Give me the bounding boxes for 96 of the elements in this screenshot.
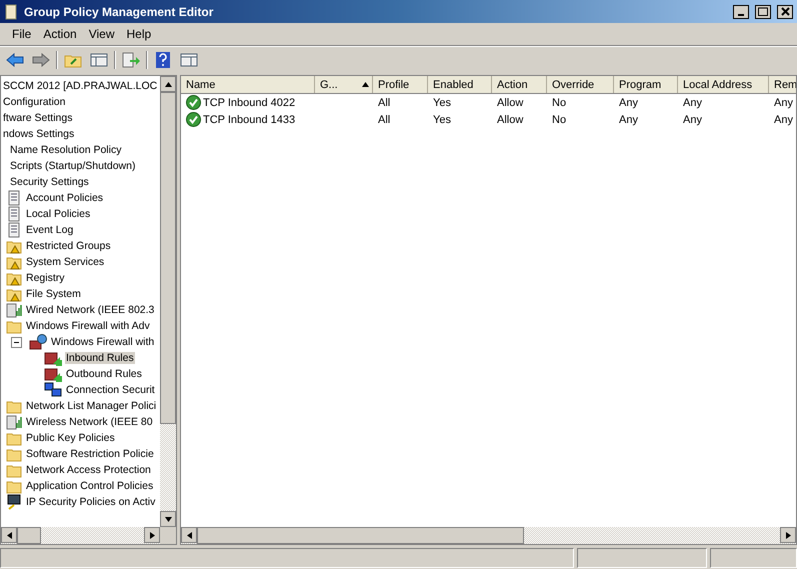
menu-item[interactable]: Help xyxy=(120,27,158,41)
tree-item[interactable]: ndows Settings xyxy=(2,128,76,140)
tree-item[interactable]: Network List Manager Polici xyxy=(25,400,158,412)
scroll-left-button[interactable] xyxy=(1,527,17,543)
tree-item[interactable]: Windows Firewall with xyxy=(50,336,156,348)
scroll-down-button[interactable] xyxy=(160,511,176,527)
up-arrow-icon xyxy=(164,80,172,88)
rule-name[interactable]: TCP Inbound 4022 xyxy=(181,95,315,110)
scrollbar-thumb[interactable] xyxy=(17,527,41,544)
minimize-icon xyxy=(738,14,744,16)
tree-item[interactable]: Configuration xyxy=(2,96,66,108)
table-cell-text: Any xyxy=(682,114,703,126)
tree-item[interactable]: Event Log xyxy=(25,224,74,236)
right-arrow-icon xyxy=(784,532,792,538)
horizontal-scrollbar[interactable] xyxy=(1,527,160,544)
tree-item[interactable]: Restricted Groups xyxy=(25,240,112,252)
table-cell-text: Any xyxy=(682,96,703,108)
tree-item[interactable]: Wired Network (IEEE 802.3 xyxy=(25,304,156,316)
table-cell-text: Any xyxy=(773,96,794,108)
maximize-icon xyxy=(758,7,768,16)
tree-item[interactable]: Application Control Policies xyxy=(25,480,154,492)
right-arrow-icon xyxy=(148,532,156,538)
firewall-arrow-icon xyxy=(44,350,62,366)
table-cell-text: Any xyxy=(618,96,639,108)
network-icon xyxy=(6,414,22,430)
firewall-arrow-icon xyxy=(44,366,62,382)
document-icon xyxy=(6,222,22,238)
tree-item[interactable]: Registry xyxy=(25,272,66,284)
tree-item[interactable]: Network Access Protection xyxy=(25,464,152,476)
column-header[interactable]: Name xyxy=(181,76,315,93)
maximize-button[interactable] xyxy=(755,4,771,18)
down-arrow-icon xyxy=(164,516,172,522)
document-icon xyxy=(6,206,22,222)
minimize-button[interactable] xyxy=(733,4,749,18)
scroll-up-button[interactable] xyxy=(160,76,176,92)
left-arrow-icon xyxy=(6,532,12,538)
table-cell-text: Yes xyxy=(432,114,452,126)
menu-item[interactable]: View xyxy=(82,27,120,41)
tree-item[interactable]: Account Policies xyxy=(25,192,104,204)
tree-item[interactable]: Name Resolution Policy xyxy=(9,144,122,156)
table-cell-text: All xyxy=(377,96,392,108)
tree-item[interactable]: File System xyxy=(25,288,82,300)
rule-name[interactable]: TCP Inbound 1433 xyxy=(181,112,315,127)
tree-item[interactable]: Scripts (Startup/Shutdown) xyxy=(9,160,136,172)
tree-item[interactable]: Inbound Rules xyxy=(65,352,135,364)
table-cell-text: Allow xyxy=(496,114,524,126)
document-icon xyxy=(6,190,22,206)
tree-item[interactable]: Outbound Rules xyxy=(65,368,143,380)
column-header[interactable]: Local Address xyxy=(678,76,769,93)
scroll-right-button[interactable] xyxy=(780,527,796,543)
tree-item[interactable]: System Services xyxy=(25,256,106,268)
table-cell-text: All xyxy=(377,114,392,126)
sort-arrow-icon xyxy=(362,81,369,88)
scroll-document-icon xyxy=(4,4,18,20)
column-header[interactable]: G... xyxy=(315,76,373,93)
tree-item[interactable]: Connection Securit xyxy=(65,384,156,396)
scrollbar-thumb[interactable] xyxy=(160,92,176,424)
check-icon xyxy=(186,95,201,110)
table-cell-text: No xyxy=(551,114,568,126)
column-header[interactable]: Program xyxy=(614,76,678,93)
table-cell-text: Allow xyxy=(496,96,524,108)
column-header[interactable]: Profile xyxy=(373,76,428,93)
table-cell-text: No xyxy=(551,96,568,108)
tree-item[interactable]: Local Policies xyxy=(25,208,92,220)
vertical-scrollbar[interactable] xyxy=(160,76,176,527)
table-cell-text: Yes xyxy=(432,96,452,108)
table-cell-text: Any xyxy=(618,114,639,126)
scroll-right-button[interactable] xyxy=(144,527,160,543)
window-title: Group Policy Management Editor xyxy=(24,4,214,18)
horizontal-scrollbar[interactable] xyxy=(181,527,796,544)
check-icon xyxy=(186,112,201,127)
tree-item[interactable]: Software Restriction Policie xyxy=(25,448,155,460)
table-cell-text: Any xyxy=(773,114,794,126)
column-header[interactable]: Override xyxy=(547,76,614,93)
collapse-icon[interactable] xyxy=(11,336,22,348)
tree-item[interactable]: Security Settings xyxy=(9,176,90,188)
left-arrow-icon xyxy=(186,532,192,538)
tree-item[interactable]: SCCM 2012 [AD.PRAJWAL.LOC xyxy=(2,80,158,92)
scrollbar-thumb[interactable] xyxy=(197,527,524,544)
close-button[interactable] xyxy=(777,4,793,18)
menu-item[interactable]: Action xyxy=(37,27,83,41)
menu-item[interactable]: File xyxy=(6,27,38,41)
column-header[interactable]: Action xyxy=(492,76,547,93)
firewall-globe-icon xyxy=(29,334,47,350)
computer-key-icon xyxy=(6,494,22,510)
scrollbar-corner xyxy=(160,527,176,544)
tree-item[interactable]: ftware Settings xyxy=(2,112,74,124)
computers-icon xyxy=(44,382,62,398)
scroll-left-button[interactable] xyxy=(181,527,197,543)
close-icon xyxy=(780,7,790,16)
network-icon xyxy=(6,302,22,318)
tree-item[interactable]: Public Key Policies xyxy=(25,432,116,444)
tree-item[interactable]: Windows Firewall with Adv xyxy=(25,320,151,332)
tree-item[interactable]: Wireless Network (IEEE 80 xyxy=(25,416,154,428)
column-header[interactable]: Enabled xyxy=(428,76,492,93)
tree-item[interactable]: IP Security Policies on Activ xyxy=(25,496,156,508)
